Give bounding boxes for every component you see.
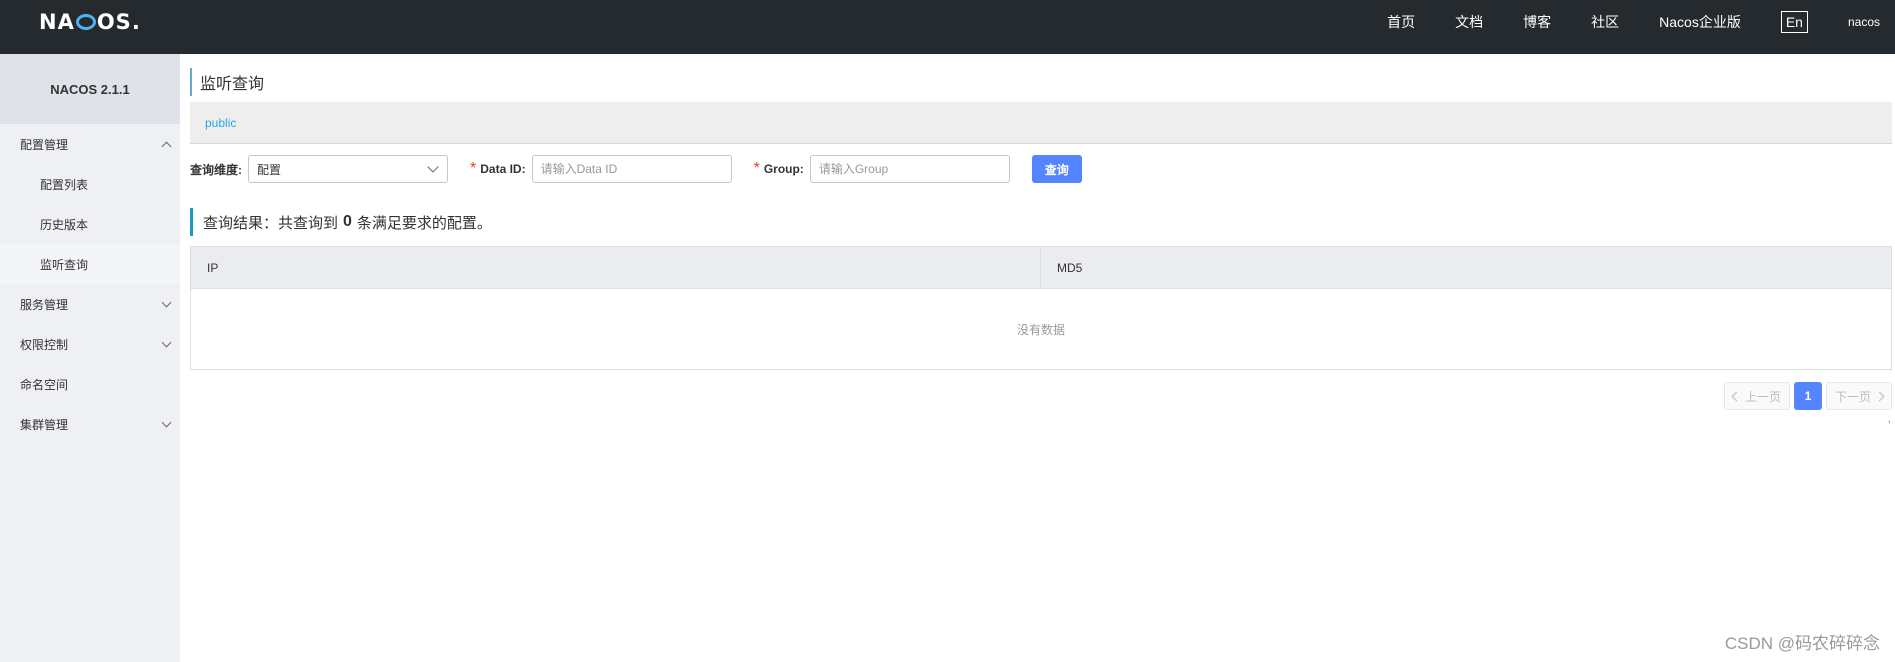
chevron-left-icon xyxy=(1731,391,1742,401)
logo-dot: . xyxy=(131,10,141,34)
nav-blog[interactable]: 博客 xyxy=(1523,12,1551,32)
stray-mark: , xyxy=(1888,414,1891,425)
next-page-label: 下一页 xyxy=(1834,389,1871,404)
result-prefix: 查询结果：共查询到 xyxy=(203,214,339,232)
chevron-up-icon xyxy=(161,141,172,151)
next-page-button[interactable]: 下一页 xyxy=(1825,382,1892,410)
sidebar: NACOS 2.1.1 配置管理 配置列表 历史版本 监听查询 服务管理 权限控… xyxy=(0,54,180,662)
group-input[interactable] xyxy=(809,155,1010,183)
group-label: Group: xyxy=(763,162,804,176)
sidebar-item-listener-query[interactable]: 监听查询 xyxy=(0,244,180,284)
result-suffix: 条满足要求的配置。 xyxy=(356,214,492,232)
result-count: 0 xyxy=(343,213,352,230)
dimension-select[interactable]: 配置 xyxy=(248,155,448,183)
pagination: 上一页 1 下一页 xyxy=(1723,382,1892,410)
result-table: IP MD5 没有数据 xyxy=(190,246,1892,370)
namespace-bar: public xyxy=(190,102,1892,144)
prev-page-button[interactable]: 上一页 xyxy=(1723,382,1790,410)
top-nav: 首页 文档 博客 社区 Nacos企业版 En nacos xyxy=(1387,0,1895,44)
dimension-label: 查询维度: xyxy=(190,162,242,177)
version-title: NACOS 2.1.1 xyxy=(0,54,180,124)
chevron-down-icon xyxy=(161,297,172,307)
chevron-down-icon xyxy=(161,417,172,427)
sidebar-group-auth[interactable]: 权限控制 xyxy=(0,324,180,364)
namespace-link-public[interactable]: public xyxy=(205,116,236,130)
sidebar-group-label: 配置管理 xyxy=(20,137,69,152)
logo-text-right: OS xyxy=(96,10,132,34)
page-number-current[interactable]: 1 xyxy=(1793,382,1822,410)
chevron-right-icon xyxy=(1874,391,1885,401)
sidebar-group-label: 命名空间 xyxy=(20,377,69,392)
column-header-ip: IP xyxy=(191,247,1041,288)
data-id-input[interactable] xyxy=(531,155,732,183)
required-mark: * xyxy=(470,160,477,177)
page-title: 监听查询 xyxy=(190,68,1890,96)
query-filter-form: 查询维度: 配置 * Data ID: * Group: 查询 xyxy=(190,154,1892,184)
nav-community[interactable]: 社区 xyxy=(1591,12,1619,32)
column-header-md5: MD5 xyxy=(1057,260,1083,275)
search-button[interactable]: 查询 xyxy=(1031,155,1082,183)
chevron-down-icon xyxy=(161,337,172,347)
nacos-logo[interactable]: NA OS . xyxy=(39,10,141,34)
result-summary: 查询结果：共查询到 0 条满足要求的配置。 xyxy=(190,208,492,236)
chevron-down-icon xyxy=(427,161,439,173)
top-header: NA OS . 首页 文档 博客 社区 Nacos企业版 En nacos xyxy=(0,0,1895,54)
nav-home[interactable]: 首页 xyxy=(1387,12,1415,32)
nav-enterprise[interactable]: Nacos企业版 xyxy=(1659,12,1741,32)
sidebar-group-label: 权限控制 xyxy=(20,337,69,352)
sidebar-item-config-list[interactable]: 配置列表 xyxy=(0,164,180,204)
sidebar-group-label: 服务管理 xyxy=(20,297,69,312)
sidebar-group-config[interactable]: 配置管理 xyxy=(0,124,180,164)
language-switch-button[interactable]: En xyxy=(1780,11,1808,33)
logo-text-left: NA xyxy=(39,10,75,34)
sidebar-group-label: 集群管理 xyxy=(20,417,69,432)
sidebar-group-cluster[interactable]: 集群管理 xyxy=(0,404,180,444)
table-header: IP MD5 xyxy=(191,247,1891,289)
required-mark: * xyxy=(753,160,760,177)
sidebar-item-namespace[interactable]: 命名空间 xyxy=(0,364,180,404)
logo-ring-icon xyxy=(75,14,96,30)
sidebar-group-service[interactable]: 服务管理 xyxy=(0,284,180,324)
data-id-label: Data ID: xyxy=(480,162,526,176)
nav-docs[interactable]: 文档 xyxy=(1455,12,1483,32)
watermark: CSDN @码农碎碎念 xyxy=(1724,634,1880,653)
prev-page-label: 上一页 xyxy=(1744,389,1781,404)
dimension-select-value: 配置 xyxy=(257,162,282,177)
empty-state: 没有数据 xyxy=(1016,322,1065,337)
user-menu[interactable]: nacos xyxy=(1848,15,1880,29)
sidebar-item-history[interactable]: 历史版本 xyxy=(0,204,180,244)
